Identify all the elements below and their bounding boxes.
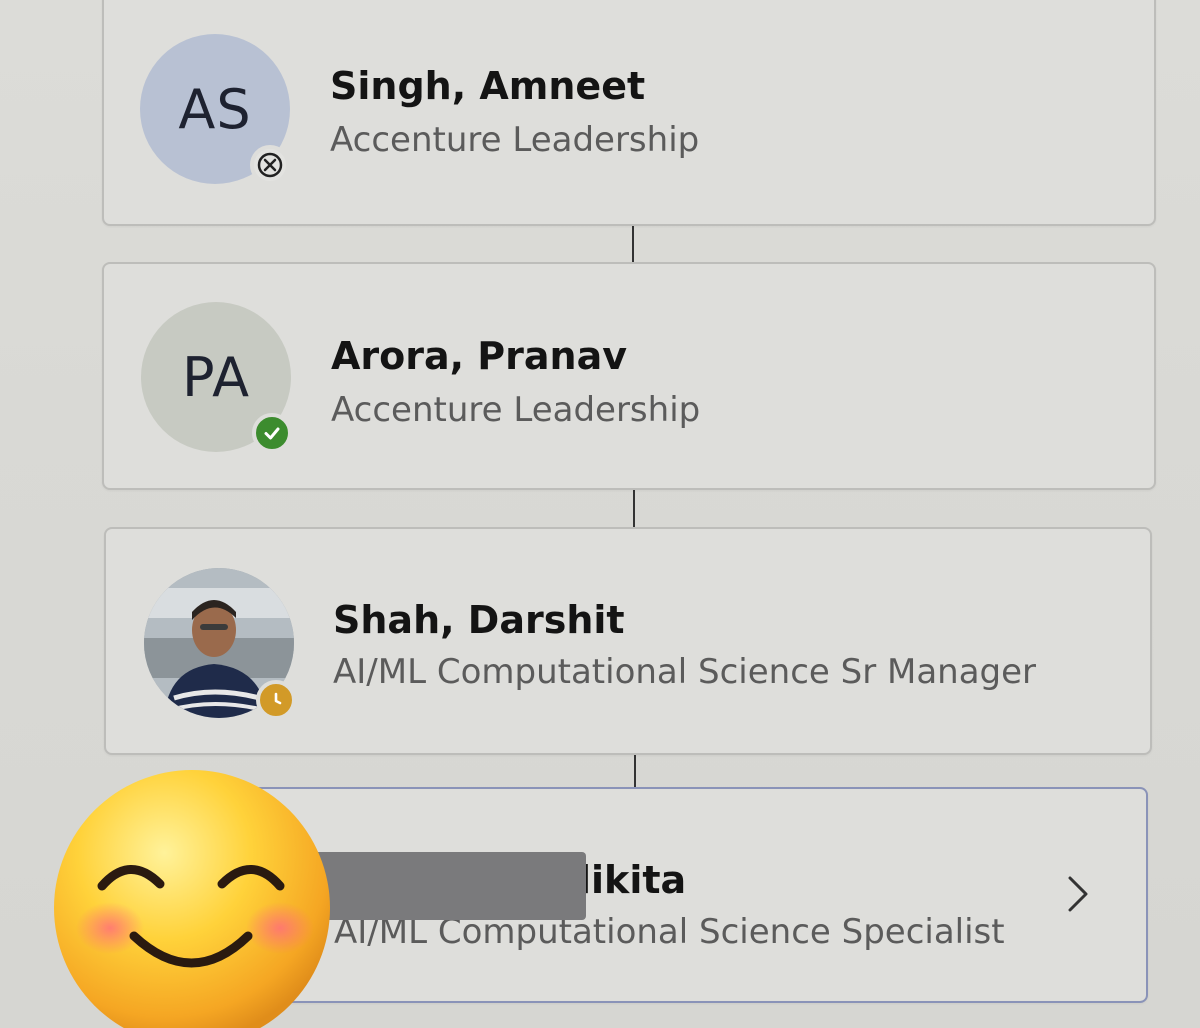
connector-line bbox=[632, 226, 634, 264]
avatar-initials: AS bbox=[178, 77, 252, 141]
person-name[interactable]: likita bbox=[578, 858, 686, 902]
connector-line bbox=[634, 754, 636, 788]
connector-line bbox=[633, 490, 635, 528]
person-title: Accenture Leadership bbox=[330, 120, 700, 160]
org-chart: AS Singh, Amneet Accenture Leadership PA… bbox=[0, 0, 1200, 1028]
offline-x-icon bbox=[250, 145, 290, 185]
available-check-icon bbox=[252, 413, 292, 453]
person-name[interactable]: Arora, Pranav bbox=[331, 334, 627, 378]
avatar-initials: PA bbox=[181, 345, 251, 409]
redaction-bar bbox=[308, 852, 586, 920]
chevron-right-icon[interactable] bbox=[1062, 874, 1094, 914]
person-name[interactable]: Shah, Darshit bbox=[333, 598, 625, 642]
person-title: Accenture Leadership bbox=[331, 390, 701, 430]
person-title: AI/ML Computational Science Sr Manager bbox=[333, 652, 1037, 692]
away-clock-icon bbox=[256, 680, 296, 720]
smiling-face-emoji bbox=[54, 770, 330, 1028]
person-name[interactable]: Singh, Amneet bbox=[330, 64, 645, 108]
